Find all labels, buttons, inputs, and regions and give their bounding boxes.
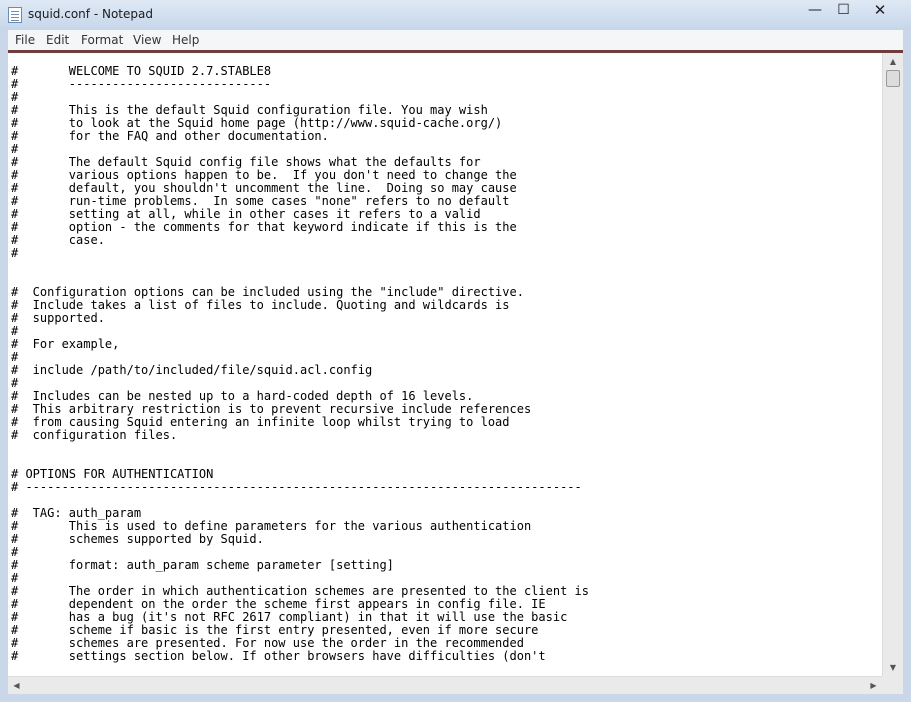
menu-help[interactable]: Help bbox=[172, 33, 199, 47]
scrollbar-corner bbox=[882, 676, 903, 694]
menu-format[interactable]: Format bbox=[81, 33, 123, 47]
minimize-button[interactable]: — bbox=[800, 1, 830, 21]
horizontal-scrollbar[interactable]: ◀ ▶ bbox=[8, 676, 882, 694]
close-button[interactable]: ✕ bbox=[857, 1, 903, 21]
scroll-down-icon[interactable]: ▼ bbox=[883, 659, 903, 676]
maximize-button[interactable]: ☐ bbox=[830, 1, 857, 21]
vertical-scrollbar[interactable]: ▲ ▼ bbox=[882, 53, 903, 676]
text-editor[interactable]: # WELCOME TO SQUID 2.7.STABLE8 # -------… bbox=[8, 53, 882, 676]
window-title: squid.conf - Notepad bbox=[28, 7, 153, 21]
scroll-right-icon[interactable]: ▶ bbox=[865, 677, 882, 694]
notepad-window: squid.conf - Notepad — ☐ ✕ File Edit For… bbox=[0, 0, 911, 702]
editor-text[interactable]: # WELCOME TO SQUID 2.7.STABLE8 # -------… bbox=[8, 53, 882, 663]
scroll-left-icon[interactable]: ◀ bbox=[8, 677, 25, 694]
menu-edit[interactable]: Edit bbox=[46, 33, 69, 47]
menu-bar: File Edit Format View Help bbox=[8, 30, 903, 51]
vertical-scroll-thumb[interactable] bbox=[886, 70, 900, 87]
scroll-up-icon[interactable]: ▲ bbox=[883, 53, 903, 70]
title-bar[interactable]: squid.conf - Notepad — ☐ ✕ bbox=[0, 0, 911, 30]
menu-file[interactable]: File bbox=[15, 33, 35, 47]
menu-view[interactable]: View bbox=[133, 33, 161, 47]
notepad-icon[interactable] bbox=[8, 7, 22, 23]
